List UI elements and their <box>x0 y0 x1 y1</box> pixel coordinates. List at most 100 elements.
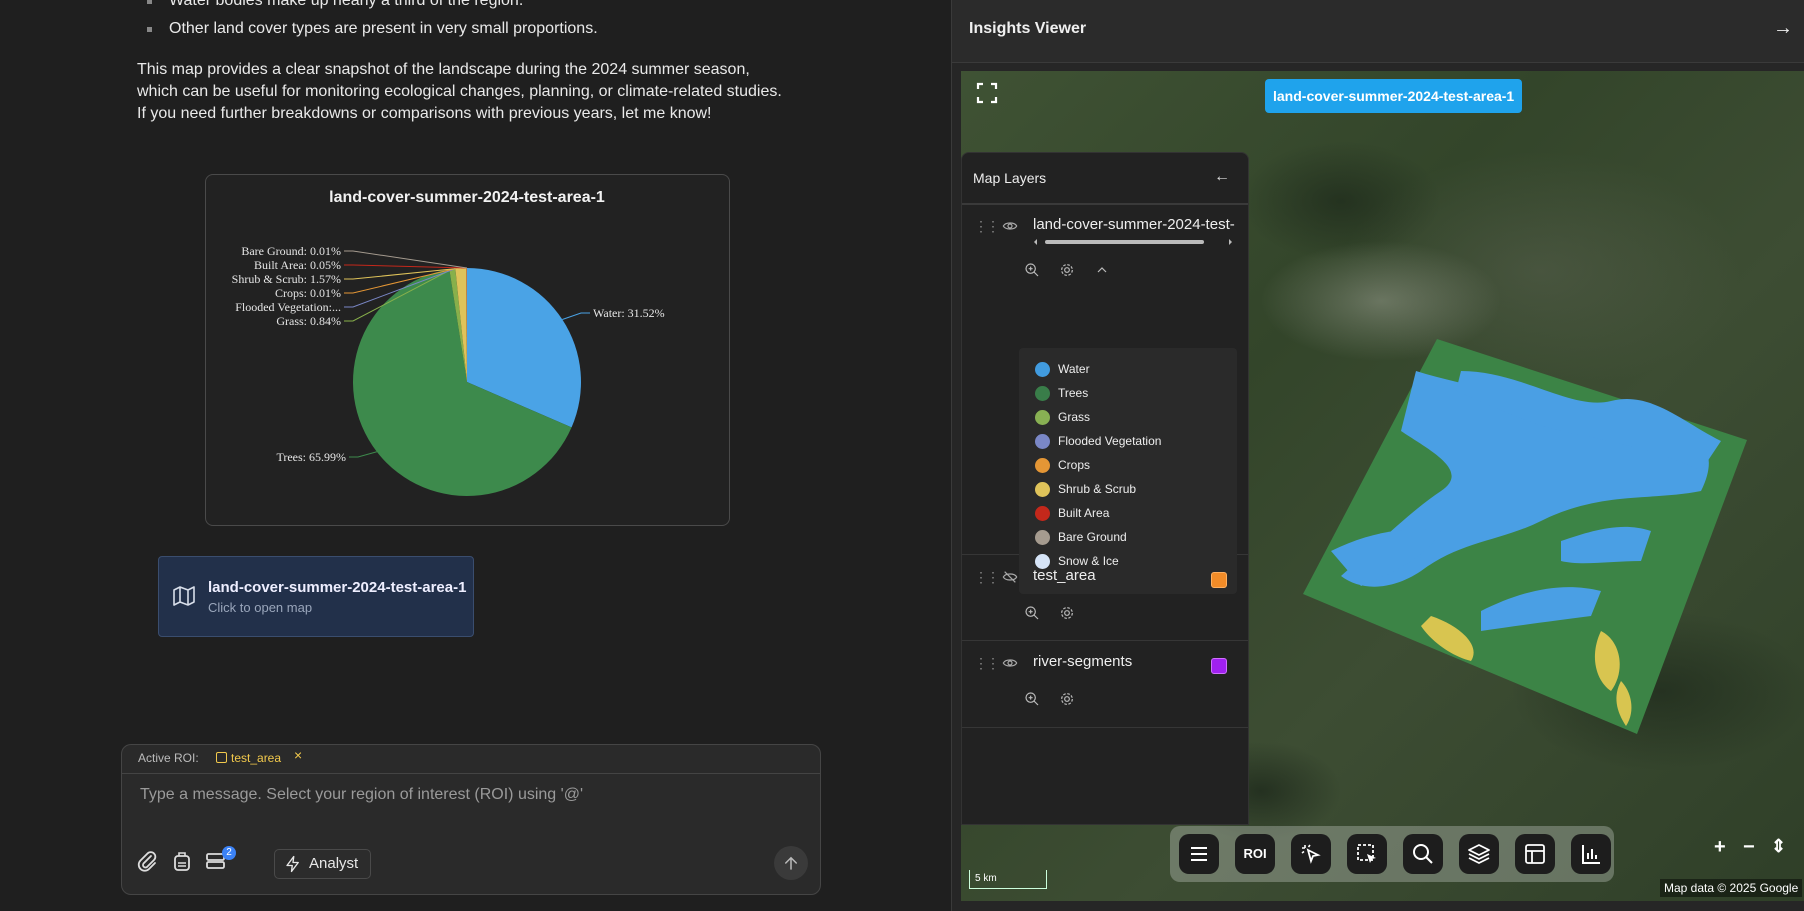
slice-label: Grass: 0.84% <box>276 314 341 328</box>
menu-icon <box>1191 847 1207 861</box>
arrow-left-icon[interactable]: ← <box>1214 168 1230 186</box>
legend-swatch <box>1035 410 1050 425</box>
drag-handle-icon[interactable]: ⋮⋮ <box>974 655 1000 672</box>
zoom-out-button[interactable]: − <box>1743 836 1755 859</box>
map-card-title: land-cover-summer-2024-test-area-1 <box>208 579 467 596</box>
gear-icon[interactable] <box>1059 605 1075 621</box>
legend-swatch <box>1035 458 1050 473</box>
map-attribution: Map data © 2025 Google <box>1660 879 1803 897</box>
table-button[interactable] <box>1515 834 1555 874</box>
map-icon <box>173 586 195 606</box>
zoom-in-icon[interactable] <box>1024 605 1040 621</box>
layer-item: ⋮⋮ river-segments <box>962 641 1248 728</box>
roi-button[interactable]: ROI <box>1235 834 1275 874</box>
pointer-sparkle-icon <box>1301 844 1321 864</box>
legend-item: Flooded Vegetation <box>1035 434 1161 449</box>
legend-swatch <box>1035 386 1050 401</box>
arrow-up-icon <box>785 856 797 870</box>
pie-chart: land-cover-summer-2024-test-area-1 Water… <box>232 189 665 496</box>
remove-roi-button[interactable]: × <box>294 747 302 763</box>
bar-chart-icon <box>1582 845 1600 864</box>
slice-label: Shrub & Scrub: 1.57% <box>232 272 341 286</box>
layers-title: Map Layers <box>973 170 1047 186</box>
roi-name: test_area <box>231 751 282 765</box>
chevron-up-icon[interactable] <box>1094 262 1110 278</box>
collapse-arrow-icon[interactable]: → <box>1773 17 1793 40</box>
zoom-in-icon[interactable] <box>1024 262 1040 278</box>
map-card-subtitle: Click to open map <box>208 600 313 615</box>
gear-icon[interactable] <box>1059 262 1075 278</box>
legend-item: Shrub & Scrub <box>1035 482 1136 497</box>
legend-swatch <box>1035 530 1050 545</box>
response-paragraph: This map provides a clear snapshot of th… <box>137 61 782 122</box>
chat-panel: Water bodies make up nearly a third of t… <box>0 0 950 911</box>
fullscreen-icon[interactable] <box>975 81 999 105</box>
map-toolbar: ROI <box>1170 826 1614 882</box>
backpack-icon[interactable] <box>170 849 194 873</box>
layer-color-swatch[interactable] <box>1211 572 1227 588</box>
search-icon <box>1413 844 1433 864</box>
open-map-card[interactable]: land-cover-summer-2024-test-area-1 Click… <box>158 556 474 637</box>
drag-handle-icon[interactable]: ⋮⋮ <box>974 218 1000 235</box>
search-button[interactable] <box>1403 834 1443 874</box>
legend-item: Grass <box>1035 410 1090 425</box>
layers-button[interactable] <box>1459 834 1499 874</box>
gear-icon[interactable] <box>1059 691 1075 707</box>
chart-title: land-cover-summer-2024-test-area-1 <box>329 189 605 206</box>
slice-label: Flooded Vegetation:... <box>235 300 341 314</box>
analyst-button[interactable]: Analyst <box>274 849 371 879</box>
legend-swatch <box>1035 482 1050 497</box>
roi-chip[interactable]: test_area <box>216 751 281 765</box>
message-input[interactable] <box>138 785 802 805</box>
slice-label: Water: 31.52% <box>593 306 665 320</box>
chart-button[interactable] <box>1571 834 1611 874</box>
legend-item: Bare Ground <box>1035 530 1127 545</box>
layers-icon <box>1468 844 1490 864</box>
zoom-in-icon[interactable] <box>1024 691 1040 707</box>
legend-item: Crops <box>1035 458 1090 473</box>
active-roi-label: Active ROI: <box>138 751 199 765</box>
viewer-title: Insights Viewer <box>969 20 1087 37</box>
map-layers-panel: Map Layers ← ⋮⋮ land-cover-summer-2024-t… <box>961 152 1249 825</box>
send-button[interactable] <box>774 846 808 880</box>
layers-header: Map Layers ← <box>962 153 1248 205</box>
active-layer-chip[interactable]: land-cover-summer-2024-test-area-1 <box>1265 79 1523 113</box>
map-canvas[interactable]: land-cover-summer-2024-test-area-1 Map L… <box>961 71 1804 901</box>
layer-item: ⋮⋮ land-cover-summer-2024-test-area-1 <box>962 204 1248 594</box>
eye-off-icon[interactable] <box>1002 569 1018 585</box>
table-icon <box>1525 844 1545 864</box>
label-leader-line <box>562 312 590 320</box>
legend-swatch <box>1035 362 1050 377</box>
eye-icon[interactable] <box>1002 218 1018 234</box>
label-leader-line <box>349 451 377 458</box>
zoom-in-button[interactable]: + <box>1714 836 1726 859</box>
eye-icon[interactable] <box>1002 655 1018 671</box>
slice-label: Trees: 65.99% <box>276 450 346 464</box>
slice-label: Crops: 0.01% <box>275 286 341 300</box>
menu-button[interactable] <box>1179 834 1219 874</box>
layer-color-swatch[interactable] <box>1211 658 1227 674</box>
layer-name: test_area <box>1033 567 1096 584</box>
legend-item: Built Area <box>1035 506 1109 521</box>
roi-square-icon <box>216 752 227 763</box>
compass-icon[interactable]: ⇕ <box>1771 836 1786 857</box>
legend-swatch <box>1035 506 1050 521</box>
legend-item: Trees <box>1035 386 1088 401</box>
layer-name: land-cover-summer-2024-test-area-1 <box>1033 216 1235 233</box>
scale-bar: 5 km <box>969 870 1047 889</box>
viewer-header: Insights Viewer → <box>952 0 1804 63</box>
count-badge: 2 <box>222 846 236 860</box>
select-area-button[interactable] <box>1347 834 1387 874</box>
layer-name: river-segments <box>1033 653 1133 670</box>
horizontal-scrollbar[interactable] <box>1033 239 1233 245</box>
lightning-icon <box>286 855 299 873</box>
legend-item: Water <box>1035 362 1090 377</box>
magic-select-button[interactable] <box>1291 834 1331 874</box>
insights-viewer: Insights Viewer → land-cover-summer-2024… <box>951 0 1804 911</box>
select-box-icon <box>1357 844 1376 863</box>
drag-handle-icon[interactable]: ⋮⋮ <box>974 569 1000 586</box>
active-roi-bar: Active ROI: test_area × <box>122 745 820 774</box>
attach-icon[interactable] <box>135 849 159 873</box>
message-composer: Active ROI: test_area × 2 Analyst <box>121 744 821 895</box>
slice-label: Built Area: 0.05% <box>254 258 341 272</box>
